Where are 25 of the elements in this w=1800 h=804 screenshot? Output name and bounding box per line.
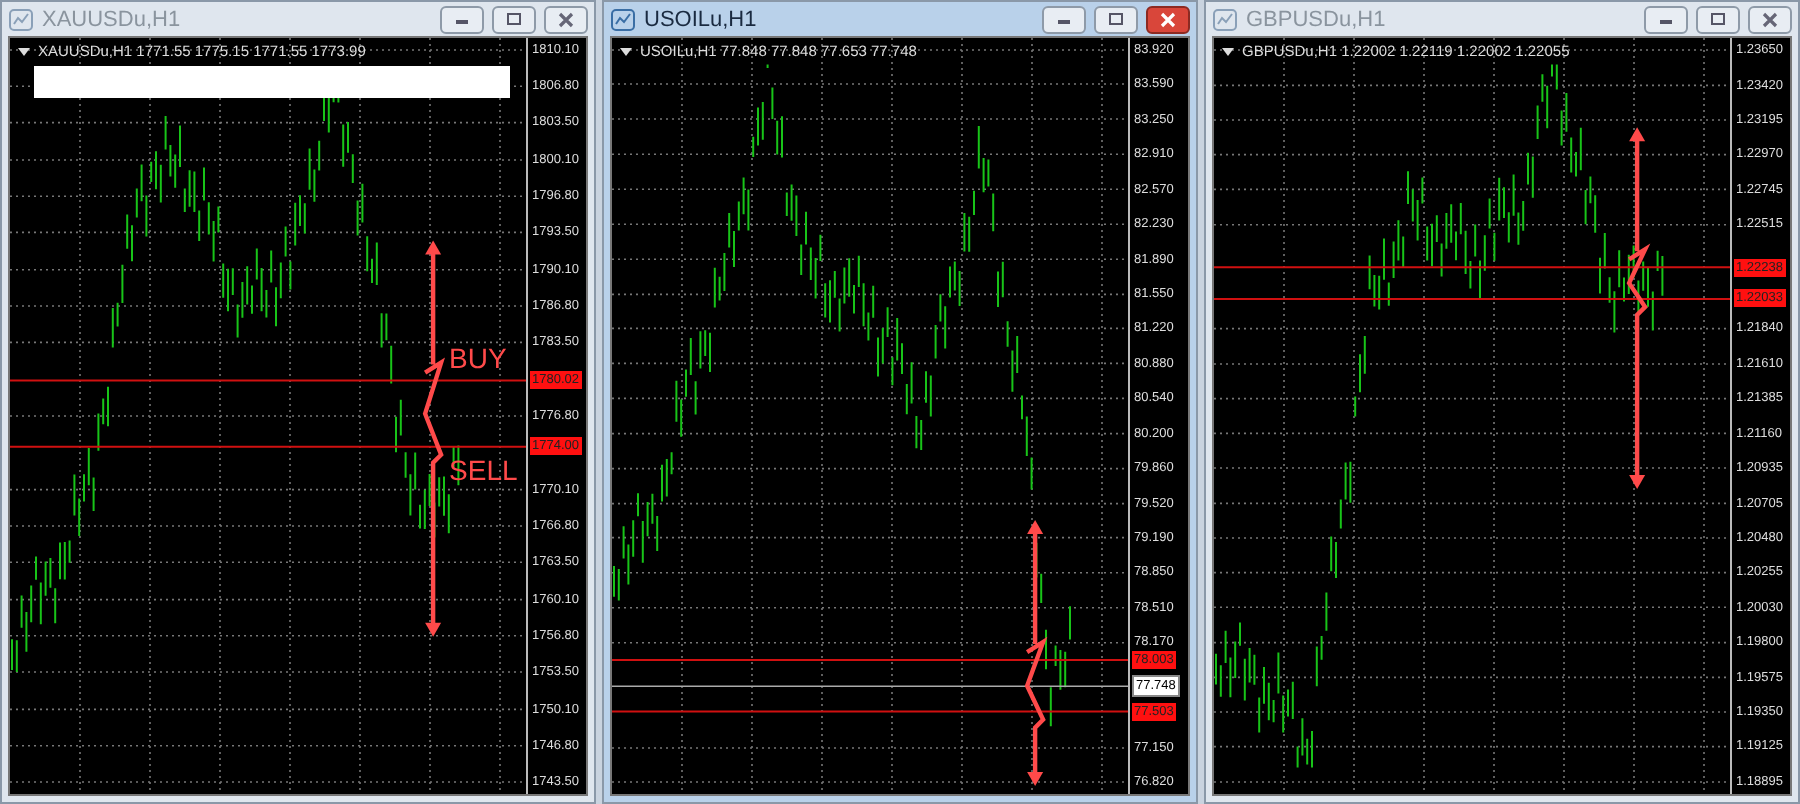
- close-icon: [558, 11, 574, 27]
- chart-window-icon: [1212, 7, 1238, 31]
- close-button[interactable]: [544, 5, 588, 33]
- maximize-icon: [1108, 12, 1124, 26]
- close-button[interactable]: [1748, 5, 1792, 33]
- maximize-icon: [1710, 12, 1726, 26]
- minimize-button[interactable]: [440, 5, 484, 33]
- window-title: GBPUSDu,H1: [1246, 7, 1388, 31]
- close-icon: [1160, 11, 1176, 27]
- dropdown-icon[interactable]: [620, 47, 632, 55]
- close-button[interactable]: [1146, 5, 1190, 33]
- window-title: USOILu,H1: [644, 7, 759, 31]
- close-icon: [1762, 11, 1778, 27]
- dropdown-icon[interactable]: [1222, 47, 1234, 55]
- dropdown-icon[interactable]: [18, 47, 30, 55]
- minimize-button[interactable]: [1042, 5, 1086, 33]
- order-label: BUY: [449, 342, 507, 375]
- chart-window-icon: [610, 7, 636, 31]
- window-title: XAUUSDu,H1: [42, 7, 183, 31]
- minimize-button[interactable]: [1644, 5, 1688, 33]
- maximize-icon: [506, 12, 522, 26]
- chart-window-icon: [8, 7, 34, 31]
- maximize-button[interactable]: [1696, 5, 1740, 33]
- maximize-button[interactable]: [492, 5, 536, 33]
- maximize-button[interactable]: [1094, 5, 1138, 33]
